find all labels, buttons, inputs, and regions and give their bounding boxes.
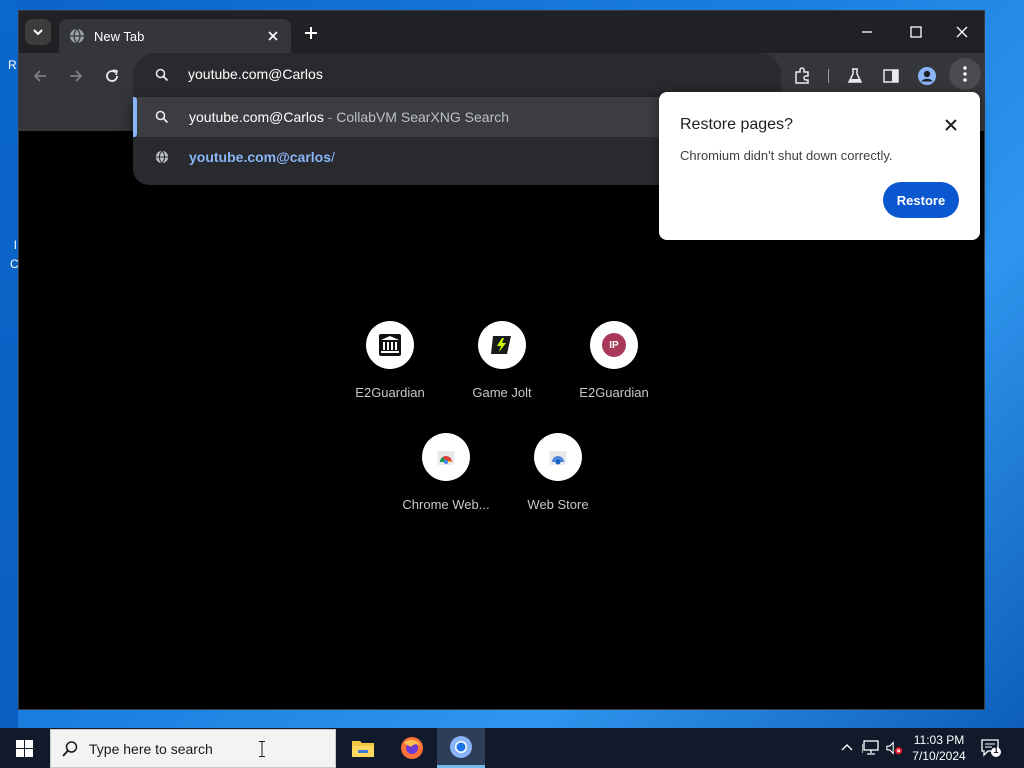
plus-icon (305, 27, 317, 39)
notification-center-button[interactable]: 1 (980, 738, 1002, 758)
side-panel-icon (883, 69, 899, 83)
shortcut-tile[interactable]: IP E2Guardian (558, 321, 670, 425)
shortcut-label: Chrome Web... (402, 497, 490, 512)
taskbar-firefox[interactable] (388, 728, 436, 768)
globe-icon (70, 28, 84, 44)
forward-button[interactable] (65, 65, 87, 87)
close-icon (956, 26, 968, 38)
arrow-left-icon (33, 70, 46, 82)
museum-icon (366, 321, 414, 369)
shortcut-tile[interactable]: E2Guardian (334, 321, 446, 425)
chromium-icon (450, 735, 472, 758)
web-store-icon (534, 433, 582, 481)
ip-badge-icon: IP (590, 321, 638, 369)
maximize-button[interactable] (906, 22, 926, 42)
labs-button[interactable] (844, 65, 866, 87)
profile-button[interactable] (916, 65, 938, 87)
new-tab-button[interactable] (301, 23, 321, 43)
browser-window: New Tab youtube.com@Carlos youtube.com@C… (18, 10, 985, 710)
suggestion-engine: CollabVM SearXNG Search (336, 109, 510, 125)
taskbar: Type here to search 11:03 PM 7/10/2024 1 (0, 728, 1024, 768)
back-button[interactable] (29, 65, 51, 87)
toolbar-separator (828, 69, 829, 83)
desktop-icon-fragment[interactable]: l (14, 238, 17, 252)
reload-icon (106, 69, 118, 82)
maximize-icon (910, 26, 922, 38)
notification-count: 1 (993, 745, 999, 755)
shortcut-tile[interactable]: Chrome Web... (390, 433, 502, 537)
shortcut-label: Game Jolt (472, 385, 532, 400)
suggestion-query: youtube.com@Carlos (189, 109, 324, 125)
network-icon[interactable] (862, 739, 880, 757)
system-clock[interactable]: 11:03 PM 7/10/2024 (908, 732, 970, 764)
clock-time: 11:03 PM (913, 733, 965, 747)
ip-badge-text: IP (602, 333, 626, 357)
suggestion-separator: - (323, 109, 337, 125)
puzzle-icon (795, 67, 809, 84)
search-icon (153, 66, 171, 84)
game-jolt-icon (478, 321, 526, 369)
search-icon (153, 108, 171, 126)
search-icon (61, 740, 79, 758)
minimize-icon (862, 31, 872, 33)
suggestion-url-text: youtube.com@carlos/ (189, 149, 335, 165)
desktop-icon-fragment[interactable]: R (8, 58, 17, 72)
clock-date: 7/10/2024 (912, 749, 966, 763)
reload-button[interactable] (101, 65, 123, 87)
shortcut-label: E2Guardian (579, 385, 649, 400)
globe-icon (153, 148, 171, 166)
address-bar-text[interactable]: youtube.com@Carlos (188, 66, 323, 82)
flask-icon (847, 68, 863, 83)
tab-search-button[interactable] (25, 19, 51, 45)
chevron-down-icon (33, 29, 43, 36)
dialog-message: Chromium didn't shut down correctly. (680, 148, 893, 163)
dialog-title: Restore pages? (680, 116, 793, 133)
start-button[interactable] (0, 728, 48, 768)
shortcut-tile[interactable]: Web Store (502, 433, 614, 537)
tab-strip: New Tab (19, 11, 984, 53)
avatar-icon (918, 67, 936, 85)
address-bar[interactable]: youtube.com@Carlos (133, 53, 781, 97)
folder-icon (352, 741, 374, 757)
arrow-right-icon (70, 70, 83, 82)
suggestion-url-path: / (331, 149, 335, 165)
close-tab-icon[interactable] (265, 28, 281, 44)
taskbar-file-explorer[interactable] (339, 728, 387, 768)
windows-logo-icon (15, 739, 33, 757)
suggestion-url-host: youtube.com@carlos (189, 149, 332, 165)
tab-title: New Tab (94, 28, 145, 44)
shortcut-label: Web Store (527, 497, 589, 512)
side-panel-button[interactable] (880, 65, 902, 87)
volume-muted-icon[interactable] (886, 739, 904, 757)
taskbar-search-box[interactable]: Type here to search (50, 729, 336, 768)
restore-pages-dialog: Restore pages? Chromium didn't shut down… (659, 92, 980, 240)
close-window-button[interactable] (952, 22, 972, 42)
browser-menu-button[interactable] (949, 58, 981, 90)
close-icon[interactable] (942, 116, 960, 134)
suggestion-text: youtube.com@Carlos - CollabVM SearXNG Se… (189, 109, 509, 125)
minimize-button[interactable] (857, 22, 877, 42)
chrome-web-store-icon (422, 433, 470, 481)
extensions-button[interactable] (791, 65, 813, 87)
firefox-icon (401, 737, 423, 759)
text-cursor-icon (259, 741, 265, 757)
tab-new-tab[interactable]: New Tab (59, 19, 291, 53)
desktop-background (0, 0, 18, 728)
shortcut-label: E2Guardian (355, 385, 425, 400)
chevron-up-icon[interactable] (838, 739, 856, 757)
search-placeholder: Type here to search (89, 741, 213, 757)
shortcut-tile[interactable]: Game Jolt (446, 321, 558, 425)
taskbar-chromium[interactable] (437, 728, 485, 768)
kebab-menu-icon (963, 66, 967, 82)
restore-button[interactable]: Restore (883, 182, 959, 218)
